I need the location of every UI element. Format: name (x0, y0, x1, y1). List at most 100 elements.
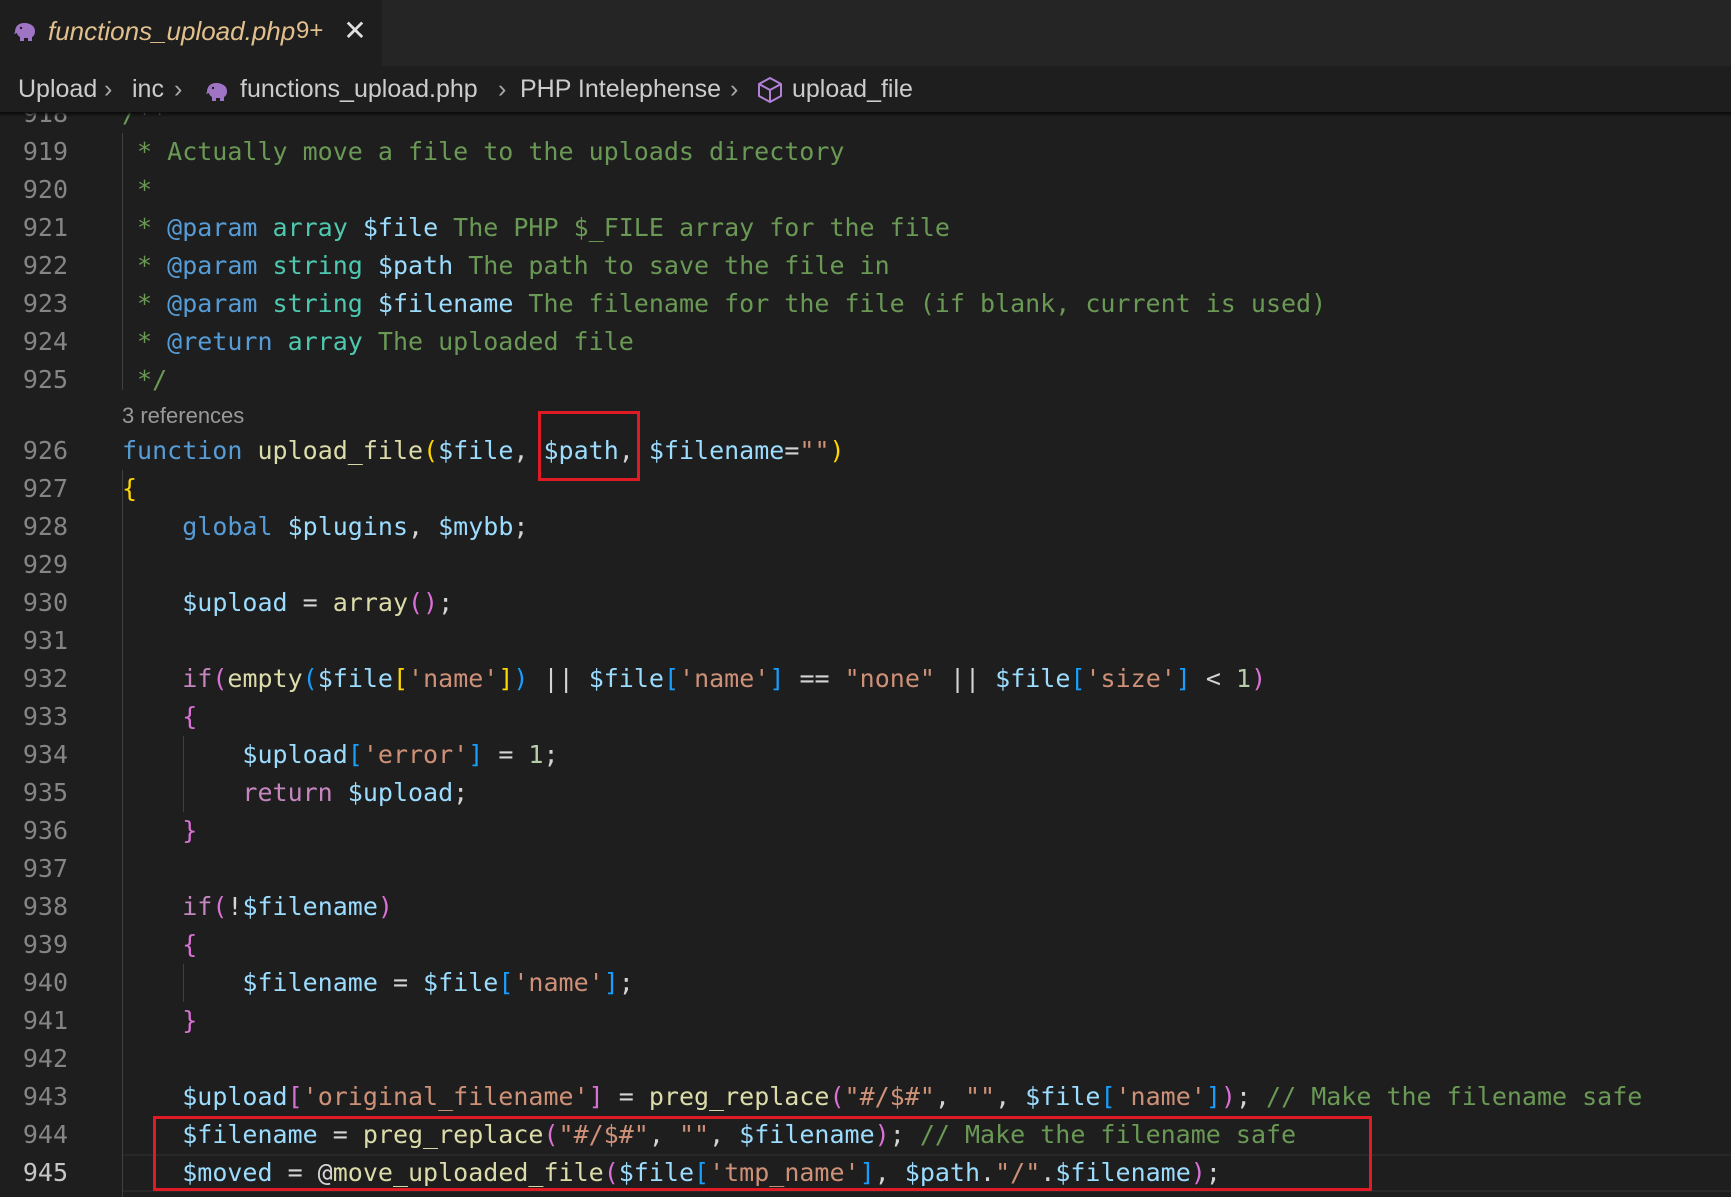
code-token: [ (663, 664, 680, 693)
code-token: ] (588, 1082, 604, 1111)
code-token: empty (227, 664, 303, 693)
code-token: 'name' (513, 968, 604, 997)
code-line[interactable]: if(empty($file['name']) || $file['name']… (122, 660, 1266, 698)
code-line[interactable]: * @param array $file The PHP $_FILE arra… (122, 209, 950, 247)
line-number: 925 (22, 365, 68, 394)
code-token: * (122, 289, 168, 318)
code-token: () (408, 588, 439, 617)
code-token: $plugins (287, 512, 409, 541)
code-token: || (528, 664, 589, 693)
code-token: ) (1251, 664, 1267, 693)
tab-functions-upload[interactable]: functions_upload.php 9+ ✕ (0, 0, 382, 66)
code-token: ] (1205, 1082, 1221, 1111)
code-token: ( (212, 664, 228, 693)
code-token: The uploaded file (362, 327, 634, 356)
breadcrumb-item-inc[interactable]: inc (132, 72, 164, 106)
line-number: 936 (22, 816, 68, 845)
code-line[interactable]: { (122, 926, 197, 964)
tab-bar: functions_upload.php 9+ ✕ (0, 0, 1731, 66)
code-token: ; (453, 778, 469, 807)
code-token: * (122, 213, 168, 242)
code-line[interactable]: * @return array The uploaded file (122, 323, 634, 361)
code-token: ; (543, 740, 559, 769)
code-token: $filename (242, 968, 378, 997)
line-number: 919 (22, 137, 68, 166)
code-line[interactable]: * (122, 171, 152, 209)
code-token: The filename for the file (if blank, cur… (513, 289, 1327, 318)
code-line[interactable]: } (122, 812, 197, 850)
breadcrumb-item-upload-file[interactable]: upload_file (792, 72, 913, 106)
line-number: 928 (22, 512, 68, 541)
code-token: return (242, 778, 333, 807)
code-line[interactable]: $filename = $file['name']; (122, 964, 634, 1002)
code-token: $upload (182, 1082, 288, 1111)
code-token: preg_replace (648, 1082, 830, 1111)
code-line[interactable]: $upload = array(); (122, 584, 453, 622)
code-line[interactable]: */ (122, 361, 167, 399)
line-number: 934 (22, 740, 68, 769)
line-number: 920 (22, 175, 68, 204)
code-token: array (332, 588, 408, 617)
php-elephant-icon (12, 20, 38, 42)
chevron-right-icon: › (730, 75, 739, 103)
line-number: 933 (22, 702, 68, 731)
breadcrumb-item-upload[interactable]: Upload (18, 72, 97, 106)
code-token: @param (167, 213, 258, 242)
line-number: 926 (22, 436, 68, 465)
code-line[interactable]: * @param string $filename The filename f… (122, 285, 1326, 323)
code-token: ( (829, 1082, 845, 1111)
breadcrumb-item-file[interactable]: functions_upload.php (240, 72, 478, 106)
scroll-shadow (0, 112, 1731, 117)
close-icon[interactable]: ✕ (340, 14, 370, 48)
code-line[interactable]: $upload['error'] = 1; (122, 736, 559, 774)
code-line[interactable]: { (122, 470, 137, 508)
code-line[interactable]: global $plugins, $mybb; (122, 508, 528, 546)
code-token: ( (423, 436, 439, 465)
code-token: @return (167, 327, 273, 356)
code-token: string (272, 289, 363, 318)
code-token: $filename (648, 436, 785, 465)
line-number: 924 (22, 327, 68, 356)
code-token: [ (287, 1082, 303, 1111)
line-number: 937 (22, 854, 68, 883)
code-token: global (182, 512, 273, 541)
code-token: * (122, 175, 153, 204)
code-token: = (603, 1082, 649, 1111)
code-line[interactable]: * @param string $path The path to save t… (122, 247, 890, 285)
code-line[interactable]: * Actually move a file to the uploads di… (122, 133, 844, 171)
code-line[interactable]: } (122, 1002, 197, 1040)
code-token: $path (377, 251, 454, 280)
code-token: ( (302, 664, 318, 693)
codelens-references[interactable]: 3 references (122, 400, 244, 432)
code-line[interactable]: function upload_file($file, $path, $file… (122, 432, 845, 470)
code-line[interactable]: return $upload; (122, 774, 468, 812)
breadcrumb-item-intelephense[interactable]: PHP Intelephense (520, 72, 721, 106)
tab-filename: functions_upload.php (48, 16, 296, 46)
code-token: "none" (844, 664, 935, 693)
code-token: The path to save the file in (453, 251, 890, 280)
code-token: = (287, 588, 333, 617)
cube-method-icon (756, 76, 784, 111)
code-line[interactable]: { (122, 698, 197, 736)
line-number: 945 (22, 1158, 68, 1187)
code-token: $filename (377, 289, 514, 318)
code-token: ; (618, 968, 634, 997)
line-number: 930 (22, 588, 68, 617)
line-number: 931 (22, 626, 68, 655)
code-token: ) (513, 664, 529, 693)
code-editor[interactable]: 918/** 919 * Actually move a file to the … (0, 112, 1731, 1197)
code-token: { (182, 702, 198, 731)
code-token: The PHP $_FILE array for the file (438, 213, 950, 242)
line-number: 944 (22, 1120, 68, 1149)
code-token: == (784, 664, 845, 693)
code-token: 'original_filename' (302, 1082, 589, 1111)
code-line[interactable]: if(!$filename) (122, 888, 393, 926)
code-line[interactable]: $upload['original_filename'] = preg_repl… (122, 1078, 1642, 1116)
